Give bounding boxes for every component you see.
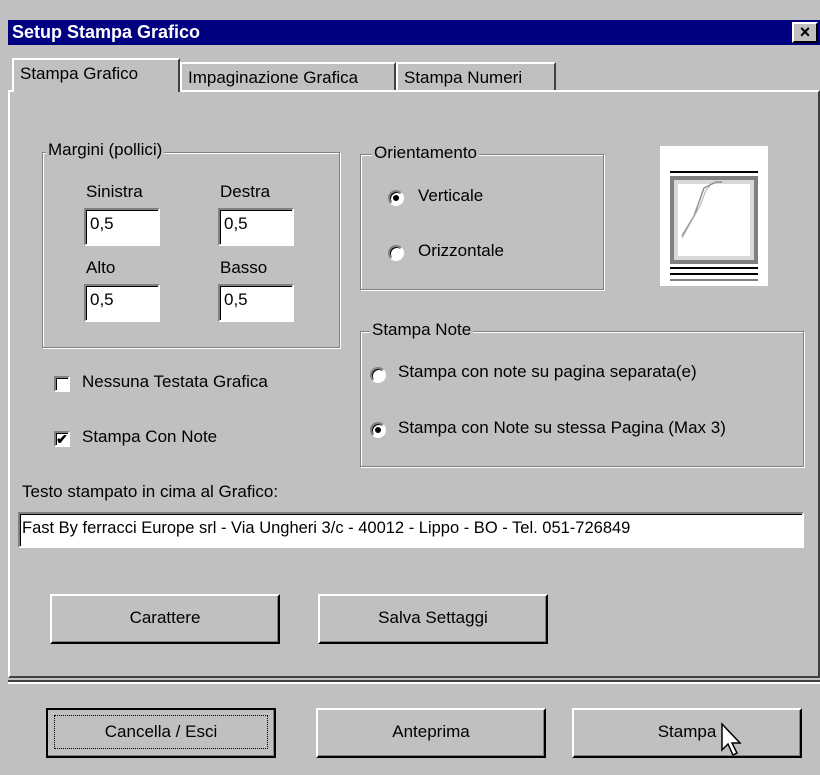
notes-separate-page-label[interactable]: Stampa con note su pagina separata(e)	[398, 362, 697, 382]
margins-legend: Margini (pollici)	[46, 140, 165, 160]
header-text-input[interactable]: Fast By ferracci Europe srl - Via Ungher…	[18, 512, 804, 548]
orientation-legend: Orientamento	[372, 143, 479, 163]
print-label: Stampa	[657, 722, 717, 741]
radio-dot	[375, 427, 381, 433]
mouse-pointer-icon	[720, 722, 744, 763]
close-button[interactable]: ×	[792, 22, 818, 43]
no-header-checkbox[interactable]	[54, 376, 70, 392]
window-title: Setup Stampa Grafico	[12, 22, 201, 42]
page-preview-icon	[660, 146, 768, 286]
orientation-group	[360, 154, 604, 290]
header-text-label: Testo stampato in cima al Grafico:	[22, 482, 279, 501]
no-header-label[interactable]: Nessuna Testata Grafica	[82, 372, 268, 392]
right-margin-label: Destra	[220, 182, 271, 201]
tab-impaginazione-grafica[interactable]: Impaginazione Grafica	[180, 62, 396, 90]
font-button-label: Carattere	[129, 608, 201, 627]
top-margin-input[interactable]: 0,5	[84, 284, 160, 322]
orientation-vertical-radio[interactable]	[388, 190, 404, 206]
left-margin-label: Sinistra	[86, 182, 143, 201]
bottom-margin-input[interactable]: 0,5	[218, 284, 294, 322]
left-margin-input[interactable]: 0,5	[84, 208, 160, 246]
tab-stampa-numeri[interactable]: Stampa Numeri	[396, 62, 556, 90]
radio-dot	[393, 195, 399, 201]
top-margin-label: Alto	[86, 258, 116, 277]
notes-same-page-label[interactable]: Stampa con Note su stessa Pagina (Max 3)	[398, 418, 726, 438]
font-button[interactable]: Carattere	[50, 594, 280, 644]
tab-label: Stampa Grafico	[20, 64, 139, 83]
separator-highlight	[8, 682, 820, 684]
notes-same-page-radio[interactable]	[370, 422, 386, 438]
cancel-exit-button[interactable]: Cancella / Esci	[46, 708, 276, 758]
bottom-margin-label: Basso	[220, 258, 268, 277]
close-icon: ×	[799, 22, 811, 42]
save-settings-label: Salva Settaggi	[378, 608, 488, 627]
notes-separate-page-radio[interactable]	[370, 367, 386, 383]
print-notes-legend: Stampa Note	[370, 320, 474, 340]
orientation-horizontal-label[interactable]: Orizzontale	[418, 241, 504, 261]
save-settings-button[interactable]: Salva Settaggi	[318, 594, 548, 644]
tab-stampa-grafico[interactable]: Stampa Grafico	[12, 58, 180, 92]
preview-button[interactable]: Anteprima	[316, 708, 546, 758]
print-button[interactable]: Stampa	[572, 708, 802, 758]
print-notes-group	[360, 331, 804, 467]
tab-label: Impaginazione Grafica	[188, 68, 359, 87]
orientation-horizontal-radio[interactable]	[388, 245, 404, 261]
preview-label: Anteprima	[392, 722, 470, 741]
tab-label: Stampa Numeri	[404, 68, 523, 87]
print-with-notes-checkbox[interactable]: ✔	[54, 431, 70, 447]
print-with-notes-label[interactable]: Stampa Con Note	[82, 427, 217, 447]
orientation-vertical-label[interactable]: Verticale	[418, 186, 483, 206]
cancel-exit-label: Cancella / Esci	[54, 715, 268, 749]
check-icon: ✔	[56, 431, 68, 447]
right-margin-input[interactable]: 0,5	[218, 208, 294, 246]
